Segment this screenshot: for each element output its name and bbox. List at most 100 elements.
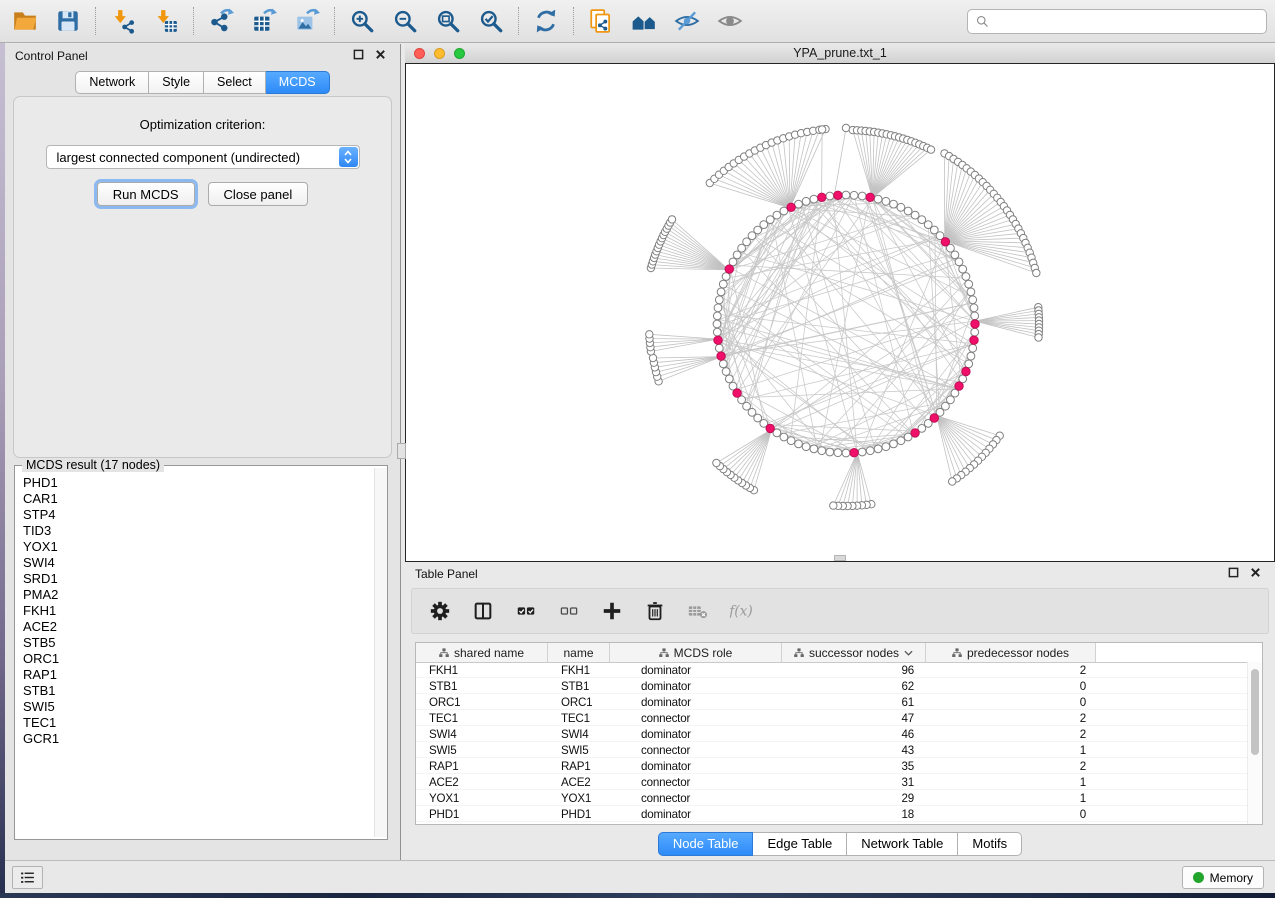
zoom-selected-button[interactable] xyxy=(474,4,508,38)
column-header-name[interactable]: name xyxy=(548,643,610,662)
result-node-item[interactable]: STB5 xyxy=(23,635,374,651)
tab-network-table[interactable]: Network Table xyxy=(847,832,958,856)
open-session-button[interactable] xyxy=(8,4,42,38)
result-node-item[interactable]: PMA2 xyxy=(23,587,374,603)
cell-name: ACE2 xyxy=(548,776,610,789)
table-row[interactable]: ACE2ACE2connector311 xyxy=(416,774,1248,790)
search-input[interactable] xyxy=(995,10,1266,32)
fit-content-button[interactable] xyxy=(431,4,465,38)
tab-select[interactable]: Select xyxy=(204,71,266,94)
show-all-button[interactable] xyxy=(713,4,747,38)
zoom-out-icon xyxy=(392,8,418,34)
hide-selected-button[interactable] xyxy=(670,4,704,38)
result-node-item[interactable]: STP4 xyxy=(23,507,374,523)
graph-node xyxy=(713,320,721,328)
apply-preferred-layout-icon xyxy=(533,8,559,34)
float-window-icon[interactable] xyxy=(353,49,364,60)
column-header-predecessor-nodes[interactable]: predecessor nodes xyxy=(926,643,1096,662)
column-header-shared-name[interactable]: shared name xyxy=(416,643,548,662)
criterion-select[interactable]: largest connected component (undirected) xyxy=(46,145,360,169)
result-node-item[interactable]: ACE2 xyxy=(23,619,374,635)
save-session-button[interactable] xyxy=(51,4,85,38)
run-mcds-button[interactable]: Run MCDS xyxy=(97,182,195,206)
namespace-icon xyxy=(659,648,669,658)
table-row[interactable]: ORC1ORC1dominator610 xyxy=(416,694,1248,710)
result-node-item[interactable]: ORC1 xyxy=(23,651,374,667)
sort-chevron-icon[interactable] xyxy=(904,650,913,656)
table-row[interactable]: PHD1PHD1dominator180 xyxy=(416,806,1248,822)
new-network-from-selection-button[interactable] xyxy=(584,4,618,38)
result-node-item[interactable]: GCR1 xyxy=(23,731,374,747)
table-row[interactable]: STB1STB1dominator620 xyxy=(416,678,1248,694)
export-table-button[interactable] xyxy=(247,4,281,38)
select-stepper-icon xyxy=(339,147,358,167)
result-node-item[interactable]: SWI4 xyxy=(23,555,374,571)
deselect-all-rows-button[interactable] xyxy=(556,600,582,622)
graph-node xyxy=(715,296,723,304)
result-node-item[interactable]: PHD1 xyxy=(23,475,374,491)
tab-edge-table[interactable]: Edge Table xyxy=(753,832,847,856)
table-row[interactable]: YOX1YOX1connector291 xyxy=(416,790,1248,806)
tab-network[interactable]: Network xyxy=(75,71,149,94)
export-image-button[interactable] xyxy=(290,4,324,38)
vertical-splitter-grip[interactable] xyxy=(397,443,406,459)
table-settings-button[interactable] xyxy=(427,600,453,622)
result-list-scrollbar[interactable] xyxy=(374,468,387,837)
table-body: FKH1FKH1dominator962STB1STB1dominator620… xyxy=(416,662,1248,824)
graph-node xyxy=(713,459,720,466)
tab-style[interactable]: Style xyxy=(149,71,204,94)
column-header-mcds-role[interactable]: MCDS role xyxy=(610,643,782,662)
zoom-in-button[interactable] xyxy=(345,4,379,38)
task-history-button[interactable] xyxy=(12,866,43,889)
export-network-button[interactable] xyxy=(204,4,238,38)
delete-columns-button[interactable] xyxy=(642,600,668,622)
window-minimize-traffic-light[interactable] xyxy=(434,48,445,59)
result-node-item[interactable]: SRD1 xyxy=(23,571,374,587)
criterion-selected-value: largest connected component (undirected) xyxy=(47,150,301,165)
open-session-icon xyxy=(12,8,38,34)
table-scrollbar-thumb[interactable] xyxy=(1251,669,1259,755)
import-table-from-file-button[interactable] xyxy=(149,4,183,38)
show-hide-columns-button[interactable] xyxy=(470,600,496,622)
zoom-out-button[interactable] xyxy=(388,4,422,38)
graph-dominator-node xyxy=(941,238,949,246)
close-table-panel-icon[interactable] xyxy=(1250,567,1261,578)
result-node-item[interactable]: TID3 xyxy=(23,523,374,539)
network-canvas[interactable] xyxy=(405,63,1275,562)
tab-node-table[interactable]: Node Table xyxy=(658,832,754,856)
graph-node xyxy=(713,312,721,320)
table-scrollbar[interactable] xyxy=(1247,662,1262,824)
select-all-rows-button[interactable] xyxy=(513,600,539,622)
table-row[interactable]: SWI5SWI5connector431 xyxy=(416,742,1248,758)
result-node-item[interactable]: STB1 xyxy=(23,683,374,699)
graph-dominator-node xyxy=(970,336,978,344)
network-graph[interactable] xyxy=(406,64,1274,561)
window-close-traffic-light[interactable] xyxy=(414,48,425,59)
add-column-button[interactable] xyxy=(599,600,625,622)
close-panel-icon[interactable] xyxy=(375,49,386,60)
apply-preferred-layout-button[interactable] xyxy=(529,4,563,38)
tab-motifs[interactable]: Motifs xyxy=(958,832,1022,856)
tab-mcds[interactable]: MCDS xyxy=(266,71,330,94)
float-table-panel-icon[interactable] xyxy=(1228,567,1239,578)
canvas-splitter-grip[interactable] xyxy=(834,555,846,561)
table-row[interactable]: RAP1RAP1dominator352 xyxy=(416,758,1248,774)
app-window: Control Panel NetworkStyleSelectMCDS Opt… xyxy=(0,0,1275,898)
cell-mcds-role: connector xyxy=(610,792,782,805)
result-node-item[interactable]: FKH1 xyxy=(23,603,374,619)
table-row[interactable]: TEC1TEC1connector472 xyxy=(416,710,1248,726)
table-row[interactable]: FKH1FKH1dominator962 xyxy=(416,662,1248,678)
memory-button[interactable]: Memory xyxy=(1182,866,1264,889)
table-row[interactable]: SWI4SWI4dominator462 xyxy=(416,726,1248,742)
result-node-item[interactable]: YOX1 xyxy=(23,539,374,555)
first-neighbors-button[interactable] xyxy=(627,4,661,38)
result-node-item[interactable]: TEC1 xyxy=(23,715,374,731)
column-header-successor-nodes[interactable]: successor nodes xyxy=(782,643,926,662)
result-node-item[interactable]: CAR1 xyxy=(23,491,374,507)
close-panel-button[interactable]: Close panel xyxy=(208,182,309,206)
result-node-item[interactable]: SWI5 xyxy=(23,699,374,715)
window-zoom-traffic-light[interactable] xyxy=(454,48,465,59)
mcds-panel: Optimization criterion: largest connecte… xyxy=(13,96,392,458)
result-node-item[interactable]: RAP1 xyxy=(23,667,374,683)
import-network-from-file-button[interactable] xyxy=(106,4,140,38)
